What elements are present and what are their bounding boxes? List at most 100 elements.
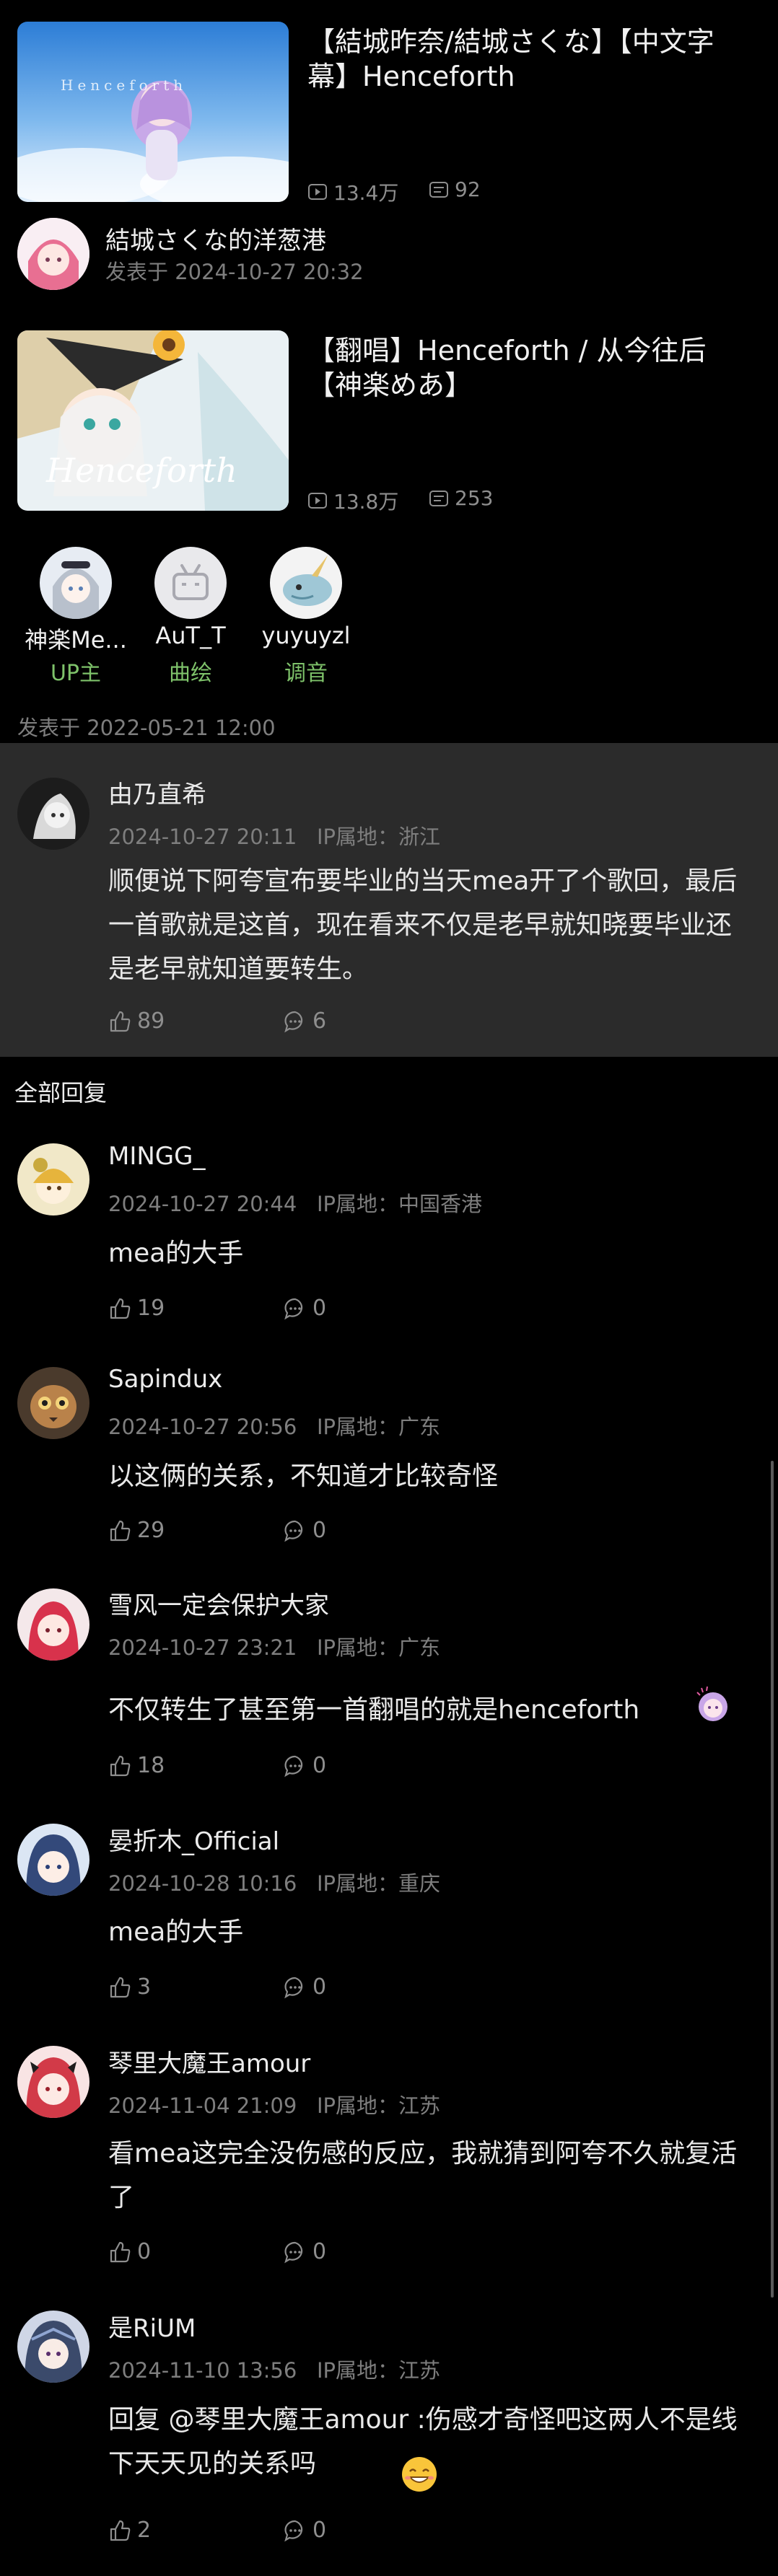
reply-5-like-button[interactable]: 0 bbox=[108, 2239, 151, 2264]
reply-2-reply-button[interactable]: 0 bbox=[284, 1518, 326, 1543]
reply-bubble-icon bbox=[284, 1755, 303, 1777]
reply-1-avatar-image bbox=[17, 1143, 89, 1216]
reply-1-meta: 2024-10-27 20:44 IP属地：中国香港 bbox=[108, 1192, 483, 1216]
reply-2-text: 以这俩的关系，不知道才比较奇怪 bbox=[108, 1461, 499, 1491]
reply-3-user[interactable]: 雪风一定会保护大家 bbox=[108, 1586, 329, 1621]
reply-4-reply-count: 0 bbox=[312, 1974, 327, 2000]
staff-avatar-3[interactable] bbox=[270, 547, 342, 619]
reply-3-reply-button[interactable]: 0 bbox=[284, 1753, 326, 1778]
staff-avatar-1[interactable] bbox=[40, 547, 112, 619]
scrollbar[interactable] bbox=[771, 1461, 774, 2298]
svg-text:Henceforth: Henceforth bbox=[45, 451, 237, 490]
video-2-plays: 13.8万 bbox=[307, 486, 398, 515]
reply-1-user[interactable]: MINGG_ bbox=[108, 1142, 206, 1171]
all-replies-label: 全部回复 bbox=[14, 1079, 108, 1107]
reply-1-like-button[interactable]: 19 bbox=[108, 1296, 165, 1321]
reply-2-reply-count: 0 bbox=[312, 1518, 327, 1543]
video-title-2[interactable]: 【翻唱】Henceforth / 从今往后【神楽めあ】 bbox=[307, 333, 755, 403]
thumb-up-icon bbox=[110, 1298, 131, 1319]
reply-5-avatar[interactable] bbox=[17, 2046, 89, 2118]
reply-5-like-count: 0 bbox=[137, 2239, 152, 2264]
reply-bubble-icon bbox=[284, 1011, 303, 1032]
reply-3-meta: 2024-10-27 23:21 IP属地：广东 bbox=[108, 1635, 441, 1660]
staff-avatar-3-image bbox=[270, 547, 342, 619]
reply-6-avatar-image bbox=[17, 2311, 89, 2383]
main-comment-text: 顺便说下阿夸宣布要毕业的当天mea开了个歌回，最后一首歌就是这首，现在看来不仅是… bbox=[108, 866, 738, 984]
reply-2-avatar[interactable] bbox=[17, 1367, 89, 1439]
reply-3-avatar[interactable] bbox=[17, 1588, 89, 1661]
staff-avatar-2[interactable] bbox=[154, 547, 227, 619]
reply-5-user[interactable]: 琴里大魔王amour bbox=[108, 2044, 310, 2079]
reply-1-text: mea的大手 bbox=[108, 1239, 244, 1268]
thumb-up-icon bbox=[110, 2520, 131, 2541]
staff-name-2[interactable]: AuT_T bbox=[129, 622, 252, 649]
play-count-icon bbox=[308, 184, 327, 200]
video-1-danmaku: 92 bbox=[429, 177, 481, 201]
reply-2-like-button[interactable]: 29 bbox=[108, 1518, 165, 1543]
reply-4-avatar[interactable] bbox=[17, 1824, 89, 1896]
reply-bubble-icon bbox=[284, 2241, 303, 2263]
video-2-play-count: 13.8万 bbox=[333, 490, 399, 514]
main-comment-reply-button[interactable]: 6 bbox=[284, 1008, 326, 1034]
reply-5-reply-count: 0 bbox=[312, 2239, 327, 2264]
video-2-comment-count: 253 bbox=[455, 486, 494, 510]
reply-5-meta: 2024-11-04 21:09 IP属地：江苏 bbox=[108, 2093, 441, 2118]
reply-5-reply-button[interactable]: 0 bbox=[284, 2239, 326, 2264]
reply-4-like-count: 3 bbox=[137, 1974, 152, 2000]
reply-4-meta: 2024-10-28 10:16 IP属地：重庆 bbox=[108, 1871, 441, 1896]
video-2-danmaku: 253 bbox=[429, 486, 493, 510]
reply-4-avatar-image bbox=[17, 1824, 89, 1896]
staff-name-1[interactable]: 神楽Me... bbox=[14, 622, 137, 655]
post-author-avatar[interactable] bbox=[17, 218, 89, 290]
staff-role-1: UP主 bbox=[50, 661, 102, 686]
reply-4-reply-button[interactable]: 0 bbox=[284, 1974, 326, 2000]
reply-4-like-button[interactable]: 3 bbox=[108, 1974, 151, 2000]
post-author-time: 发表于 2024-10-27 20:32 bbox=[105, 260, 364, 284]
main-comment-like-count: 89 bbox=[137, 1008, 165, 1034]
reply-3-like-button[interactable]: 18 bbox=[108, 1753, 165, 1778]
reply-4-user[interactable]: 晏折木_Official bbox=[108, 1821, 279, 1857]
reply-2-user[interactable]: Sapindux bbox=[108, 1365, 222, 1394]
character-emoji-icon bbox=[696, 1686, 727, 1721]
video-title-1[interactable]: 【結城昨奈/結城さくな】【中文字幕】Henceforth bbox=[307, 25, 755, 94]
reply-6-reply-count: 0 bbox=[312, 2518, 327, 2543]
video-1-comment-count: 92 bbox=[455, 177, 481, 201]
play-count-icon bbox=[308, 493, 327, 509]
post-author-name[interactable]: 結城さくな的洋葱港 bbox=[105, 221, 326, 256]
staff-role-3: 调音 bbox=[284, 661, 328, 686]
staff-name-3[interactable]: yuyuyzl bbox=[245, 622, 367, 649]
reply-bubble-icon bbox=[284, 1520, 303, 1542]
staff-posted-time: 发表于 2022-05-21 12:00 bbox=[17, 716, 276, 740]
reply-3-avatar-image bbox=[17, 1588, 89, 1661]
reply-1-reply-button[interactable]: 0 bbox=[284, 1296, 326, 1321]
post-author-avatar-image bbox=[17, 218, 89, 290]
reply-6-reply-button[interactable]: 0 bbox=[284, 2518, 326, 2543]
reply-6-avatar[interactable] bbox=[17, 2311, 89, 2383]
reply-3-reply-count: 0 bbox=[312, 1753, 327, 1778]
reply-5-text: 看mea这完全没伤感的反应，我就猜到阿夸不久就复活了 bbox=[108, 2139, 738, 2212]
thumb-up-icon bbox=[110, 2241, 131, 2262]
main-comment-avatar[interactable] bbox=[17, 778, 89, 850]
video-thumbnail-1[interactable]: Henceforth bbox=[17, 22, 289, 202]
video-thumbnail-2-image: Henceforth bbox=[17, 330, 289, 511]
reply-bubble-icon bbox=[284, 1298, 303, 1319]
thumb-up-icon bbox=[110, 1755, 131, 1776]
smile-emoji-icon bbox=[402, 2457, 437, 2492]
reply-6-like-count: 2 bbox=[137, 2518, 152, 2543]
reply-6-user[interactable]: 是RiUM bbox=[108, 2308, 196, 2344]
main-comment-like-button[interactable]: 89 bbox=[108, 1008, 165, 1034]
reply-6-like-button[interactable]: 2 bbox=[108, 2518, 151, 2543]
video-thumbnail-2[interactable]: Henceforth bbox=[17, 330, 289, 511]
staff-avatar-2-image bbox=[154, 547, 227, 619]
reply-5-avatar-image bbox=[17, 2046, 89, 2118]
reply-2-like-count: 29 bbox=[137, 1518, 165, 1543]
video-thumbnail-1-image: Henceforth bbox=[17, 22, 289, 202]
staff-role-2: 曲绘 bbox=[169, 661, 212, 686]
reply-3-text: 不仅转生了甚至第一首翻唱的就是henceforth bbox=[108, 1695, 640, 1725]
reply-3-like-count: 18 bbox=[137, 1753, 165, 1778]
reply-2-avatar-image bbox=[17, 1367, 89, 1439]
thumb-up-icon bbox=[110, 1977, 131, 1997]
reply-1-avatar[interactable] bbox=[17, 1143, 89, 1216]
danmaku-count-icon bbox=[429, 181, 448, 198]
main-comment-user[interactable]: 由乃直希 bbox=[108, 775, 206, 810]
